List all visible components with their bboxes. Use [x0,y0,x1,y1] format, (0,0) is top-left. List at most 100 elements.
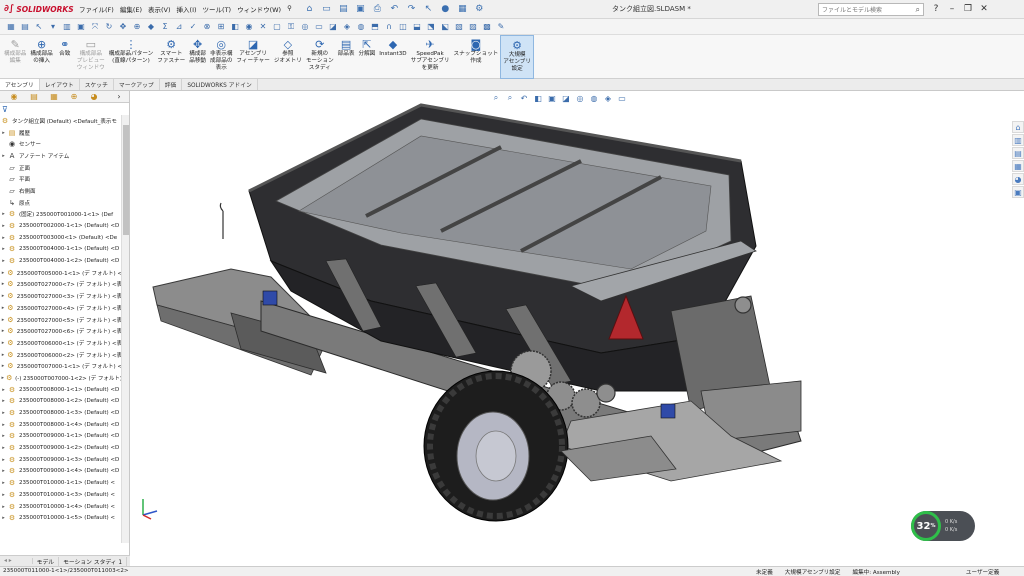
feature-tree-scrollbar[interactable] [121,115,129,543]
tree-item[interactable]: ▸ ⚙ 235000T004000-1<2> (Default) <D [0,255,122,267]
table-icon[interactable]: ▤ [20,21,31,32]
tree-item[interactable]: ▸ ⚙ 235000T009000-1<4> (Default) <D [0,466,122,478]
options-gear-icon[interactable]: ⚙ [473,3,486,16]
tree-item[interactable]: ▸ ⚙ 235000T006000<1> (デ フォルト) <表 [0,337,122,349]
transform-icon[interactable]: ⤧ [90,21,101,32]
tree-root[interactable]: ⚙ タンク組立図 (Default) <Default_表示モ [0,115,122,127]
expand-arrow-icon[interactable]: ▸ [0,410,7,416]
display-manager-tab-icon[interactable]: ◕ [84,92,104,101]
performance-widget[interactable]: 32% 0 K/s 0 K/s [911,511,975,541]
cmd-button-mate[interactable]: ⚭ 合致 [55,35,75,79]
help-icon[interactable]: ? [928,2,944,16]
tree-item[interactable]: ▸ A アノテート アイテム [0,150,122,162]
tree-item[interactable]: ▸ ⚙ 235000T003000<1> (Default) <De [0,232,122,244]
select-arrow-icon[interactable]: ↖ [422,3,435,16]
tree-item[interactable]: ▸ ⚙ 235000T027000<6> (デ フォルト) <表 [0,325,122,337]
appearances-icon[interactable]: ◕ [1012,173,1024,185]
expand-arrow-icon[interactable]: ▸ [0,130,7,136]
menu-file[interactable]: ファイル(F) [76,4,117,14]
rotate-icon[interactable]: ↻ [104,21,115,32]
tab-scroll-arrows-icon[interactable]: ◂ ▸ [0,558,33,564]
menu-tools[interactable]: ツール(T) [200,4,235,14]
tab-assembly[interactable]: アセンブリ [0,79,40,90]
cmd-button-show-hidden[interactable]: ◎ 非表示構 成部品の 表示 [208,35,234,79]
tree-item[interactable]: ▱ 平面 [0,173,122,185]
expand-arrow-icon[interactable]: ▸ [0,433,7,439]
expand-arrow-icon[interactable]: ▸ [0,223,7,229]
gear-medium-2[interactable] [571,388,601,418]
tree-item[interactable]: ▸ ⚙ 235000T007000-1<1> (デ フォルト) < [0,360,122,372]
zoom-icon[interactable]: ⊕ [132,21,143,32]
std-view-top-icon[interactable]: ⬓ [412,21,423,32]
rebuild-icon[interactable]: ● [439,3,452,16]
gear-small[interactable] [596,383,616,403]
restore-icon[interactable]: ❐ [960,2,976,16]
expand-arrow-icon[interactable]: ▸ [0,398,7,404]
expand-arrow-icon[interactable]: ▸ [0,492,7,498]
expand-arrow-icon[interactable]: ▸ [0,235,7,241]
cmd-button-instant3d[interactable]: ◆ Instant3D [377,35,408,79]
design-library-icon[interactable]: ▥ [1012,134,1024,146]
eye-icon[interactable]: ◎ [300,21,311,32]
pencil-icon[interactable]: ✎ [496,21,507,32]
gear-top[interactable] [734,296,752,314]
section-icon[interactable]: ◧ [230,21,241,32]
expand-arrow-icon[interactable]: ▸ [0,445,7,451]
expand-arrow-icon[interactable]: ▸ [0,387,7,393]
tab-addins[interactable]: SOLIDWORKS アドイン [182,79,258,90]
tree-item[interactable]: ▸ ⚙ 235000T027000<7> (デ フォルト) <表 [0,279,122,291]
custom-properties-icon[interactable]: ▣ [1012,186,1024,198]
tree-item[interactable]: ▸ ⚙ 235000T006000<2> (デ フォルト) <表 [0,349,122,361]
tree-item[interactable]: ▸ ⚙ 235000T009000-1<3> (Default) <D [0,454,122,466]
print-icon[interactable]: ⎙ [371,3,384,16]
magnet-icon[interactable]: ∩ [384,21,395,32]
solidworks-logo[interactable]: ∂∫ SOLIDWORKS [4,4,74,14]
cube-icon[interactable]: ▢ [272,21,283,32]
tree-item[interactable]: ▸ ⚙ 235000T008000-1<4> (Default) <D [0,419,122,431]
shadow-icon[interactable]: ◈ [342,21,353,32]
view-palette-icon[interactable]: ▦ [1012,160,1024,172]
std-view-right-icon[interactable]: ⬔ [426,21,437,32]
menu-insert[interactable]: 挿入(I) [174,4,200,14]
menu-view[interactable]: 表示(V) [145,4,174,14]
cmd-button-smart-fastener[interactable]: ⚙ スマート ファスナー [155,35,187,79]
smart-mate-icon[interactable]: ⚿ [286,21,297,32]
tree-item[interactable]: ▸ ⚙ 235000T010000-1<3> (Default) < [0,489,122,501]
tree-item[interactable]: ▸ ⚙ 235000T009000-1<2> (Default) <D [0,442,122,454]
appearance-icon[interactable]: ◍ [356,21,367,32]
part-icon[interactable]: ◆ [146,21,157,32]
cmd-button-bom[interactable]: ▤ 部品表 [336,35,357,79]
expand-arrow-icon[interactable]: ▸ [0,258,7,264]
cmd-button-preview-window[interactable]: ▭ 構成部品 プレビュー ウィンドウ [75,35,107,79]
dimxpert-tab-icon[interactable]: ⊕ [64,92,84,101]
expand-arrow-icon[interactable]: ▸ [0,422,7,428]
clearance-icon[interactable]: ⊞ [216,21,227,32]
file-explorer-icon[interactable]: ▤ [1012,147,1024,159]
grid-icon[interactable]: ▦ [6,21,17,32]
cmd-button-edit-component[interactable]: ✎ 構成部品 編集 [2,35,28,79]
cmd-button-linear-pattern[interactable]: ⋮ 構成部品パターン (直線パターン) [107,35,155,79]
tab-layout[interactable]: レイアウト [40,79,80,90]
cmd-button-exploded-view[interactable]: ⇱ 分解図 [356,35,377,79]
filter-icon[interactable]: ▾ [48,21,59,32]
menu-edit[interactable]: 編集(E) [117,4,145,14]
solidworks-resources-icon[interactable]: ⌂ [1012,121,1024,133]
configuration-manager-tab-icon[interactable]: ▦ [44,92,64,101]
tree-item[interactable]: ▸ ⚙ 235000T002000-1<1> (Default) <D [0,220,122,232]
select-icon[interactable]: ↖ [34,21,45,32]
file-properties-icon[interactable]: ▦ [456,3,469,16]
std-view-iso-icon[interactable]: ⬕ [440,21,451,32]
tree-item[interactable]: ▸ ⚙ 235000T027000<4> (デ フォルト) <表 [0,302,122,314]
expand-arrow-icon[interactable]: ▸ [0,480,7,486]
check-icon[interactable]: ✓ [188,21,199,32]
new-document-icon[interactable]: ▭ [320,3,333,16]
cmd-button-reference-geometry[interactable]: ◇ 参照 ジオメトリ [272,35,304,79]
tree-item[interactable]: ▸ ⚙ 235000T008000-1<2> (Default) <D [0,396,122,408]
tree-item[interactable]: ▸ ⚙ 235000T004000-1<1> (Default) <D [0,244,122,256]
tree-item[interactable]: ▸ ⚙ 235000T010000-1<4> (Default) < [0,501,122,513]
close-icon[interactable]: ✕ [976,2,992,16]
tree-item[interactable]: ▸ ⚙ 235000T027000<3> (デ フォルト) <表 [0,290,122,302]
tree-item[interactable]: ▸ ▤ 履歴 [0,127,122,139]
std-view-bottom-icon[interactable]: ▩ [482,21,493,32]
minimize-icon[interactable]: – [944,2,960,16]
